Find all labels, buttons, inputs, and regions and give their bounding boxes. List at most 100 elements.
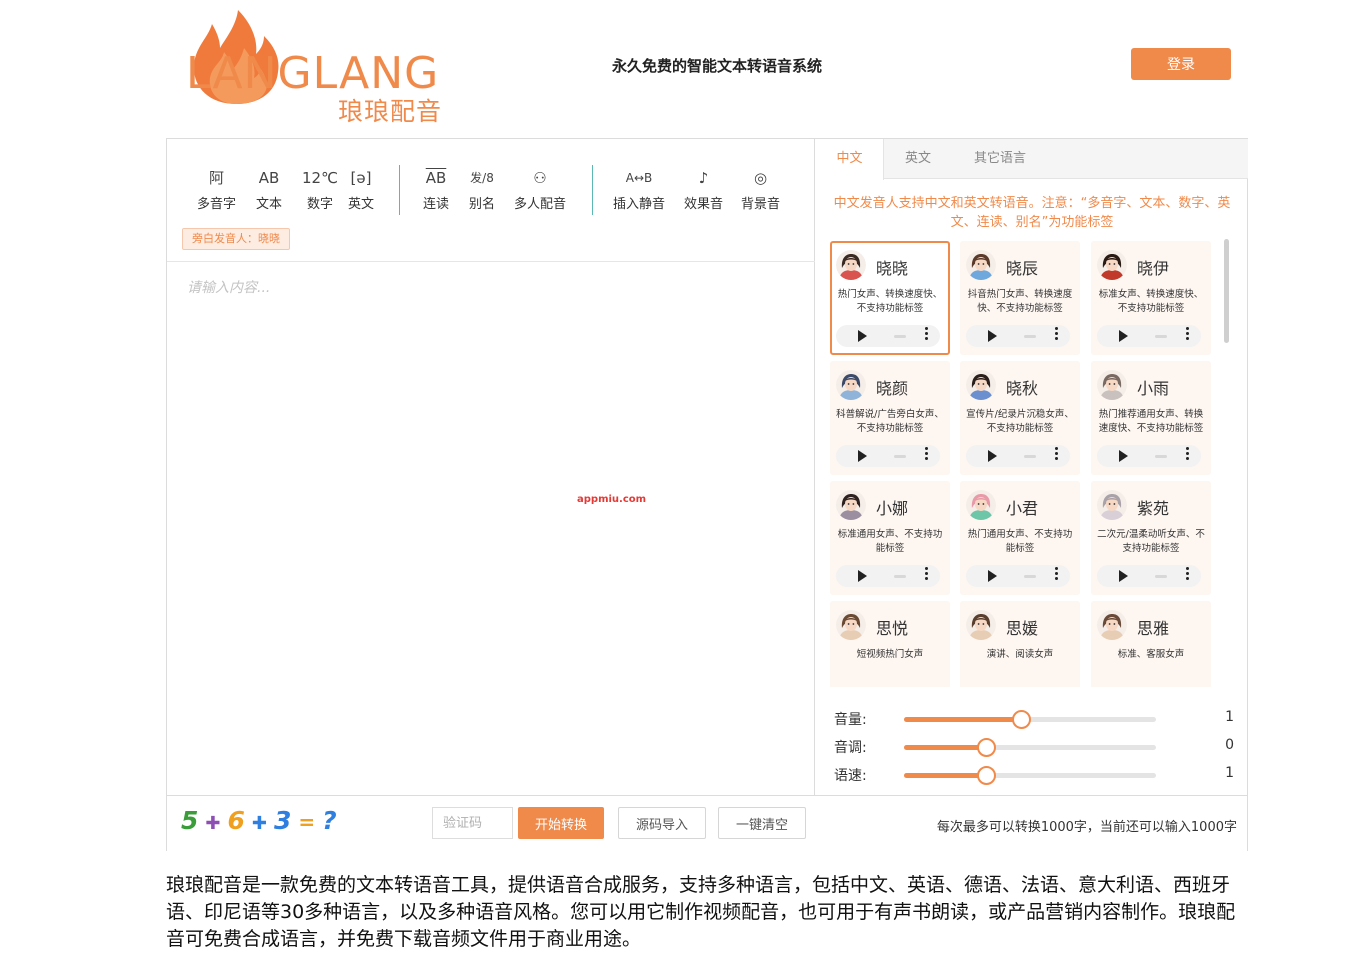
voice-description: 科普解说/广告旁白女声、不支持功能标签 <box>836 409 944 434</box>
tool-alias[interactable]: 发/8 别名 <box>469 167 495 212</box>
more-options-icon[interactable] <box>1054 567 1060 582</box>
voice-description: 热门通用女声、不支持功能标签 <box>967 529 1073 554</box>
progress-bar[interactable] <box>1155 335 1167 338</box>
more-options-icon[interactable] <box>1185 567 1191 582</box>
tool-sound-effect[interactable]: ♪ 效果音 <box>684 167 723 212</box>
more-options-icon[interactable] <box>1054 447 1060 462</box>
voice-description: 热门推荐通用女声、转换速度快、不支持功能标签 <box>1098 409 1204 434</box>
watermark: appmiu.com <box>577 494 647 505</box>
slider-track[interactable] <box>904 738 1156 757</box>
tool-label: 别名 <box>469 197 496 212</box>
captcha-glyph: = <box>298 810 316 834</box>
play-icon[interactable] <box>1119 450 1128 462</box>
play-icon[interactable] <box>858 330 867 342</box>
clear-all-button[interactable]: 一键清空 <box>718 807 806 839</box>
slider-handle[interactable] <box>977 738 996 757</box>
tool-label: 背景音 <box>741 197 781 212</box>
voice-card[interactable]: 晓伊 标准女声、转换速度快、不支持功能标签 <box>1091 241 1211 355</box>
more-options-icon[interactable] <box>924 447 930 462</box>
slider-track[interactable] <box>904 766 1156 785</box>
tab-chinese[interactable]: 中文 <box>816 139 884 180</box>
play-icon[interactable] <box>988 330 997 342</box>
tool-multi-voice[interactable]: ⚇ 多人配音 <box>514 167 566 212</box>
voice-card[interactable]: 思媛 演讲、阅读女声 <box>960 601 1080 687</box>
tool-background-music[interactable]: ◎ 背景音 <box>741 167 780 212</box>
tool-label: 英文 <box>348 197 375 212</box>
play-icon[interactable] <box>858 570 867 582</box>
progress-bar[interactable] <box>1155 455 1167 458</box>
tool-label: 数字 <box>306 197 333 212</box>
more-options-icon[interactable] <box>1185 447 1191 462</box>
logo[interactable]: LANGLANG 琅琅配音 <box>186 8 476 126</box>
start-convert-button[interactable]: 开始转换 <box>518 807 604 839</box>
voice-avatar <box>966 490 996 520</box>
liaison-icon: AB <box>425 169 447 187</box>
slider-handle[interactable] <box>977 766 996 785</box>
voice-avatar <box>966 370 996 400</box>
voice-description: 标准、客服女声 <box>1117 649 1185 660</box>
narrator-tag[interactable]: 旁白发音人：晓晓 <box>182 228 290 250</box>
captcha-glyph: ? <box>322 806 337 835</box>
voice-card[interactable]: 思雅 标准、客服女声 <box>1091 601 1211 687</box>
more-options-icon[interactable] <box>924 327 930 342</box>
voice-player <box>1097 565 1201 587</box>
progress-bar[interactable] <box>894 455 906 458</box>
voice-player <box>836 445 940 467</box>
slider-track[interactable] <box>904 710 1156 729</box>
play-icon[interactable] <box>858 450 867 462</box>
voice-card[interactable]: 思悦 短视频热门女声 <box>830 601 950 687</box>
tool-polyphone[interactable]: 阿 多音字 <box>197 167 236 212</box>
more-options-icon[interactable] <box>924 567 930 582</box>
voice-player <box>1097 325 1201 347</box>
voice-card[interactable]: 小君 热门通用女声、不支持功能标签 <box>960 481 1080 595</box>
tab-english[interactable]: 英文 <box>884 139 952 179</box>
progress-bar[interactable] <box>894 335 906 338</box>
voice-card[interactable]: 晓秋 宣传片/纪录片沉稳女声、不支持功能标签 <box>960 361 1080 475</box>
slider-row: 音量: 1 <box>834 709 1234 731</box>
tool-text[interactable]: AB 文本 <box>256 167 282 212</box>
captcha-image[interactable]: 5 ✚ 6 ✚ 3 =? <box>181 806 421 838</box>
source-import-button[interactable]: 源码导入 <box>618 807 706 839</box>
tool-english[interactable]: [ə] 英文 <box>348 167 374 212</box>
progress-bar[interactable] <box>1024 455 1036 458</box>
slider-fill <box>904 717 1022 722</box>
alias-icon: 发/8 <box>470 171 494 185</box>
voice-description: 标准女声、转换速度快、不支持功能标签 <box>1098 289 1204 314</box>
content-textarea[interactable] <box>167 263 814 795</box>
captcha-glyph: ✚ <box>205 813 221 834</box>
tool-number[interactable]: 12℃ 数字 <box>302 167 338 212</box>
play-icon[interactable] <box>988 570 997 582</box>
voice-card[interactable]: 紫苑 二次元/温柔动听女声、不支持功能标签 <box>1091 481 1211 595</box>
play-icon[interactable] <box>988 450 997 462</box>
voice-card[interactable]: 小娜 标准通用女声、不支持功能标签 <box>830 481 950 595</box>
play-icon[interactable] <box>1119 570 1128 582</box>
more-options-icon[interactable] <box>1054 327 1060 342</box>
progress-bar[interactable] <box>1155 575 1167 578</box>
voice-panel: 中文 英文 其它语言 中文发音人支持中文和英文转语音。注意：“多音字、文本、数字… <box>816 139 1248 795</box>
tool-liaison[interactable]: AB 连读 <box>423 167 449 212</box>
progress-bar[interactable] <box>1024 575 1036 578</box>
tool-insert-silence[interactable]: A↔B 插入静音 <box>613 167 665 212</box>
login-button[interactable]: 登录 <box>1131 48 1231 80</box>
captcha-input[interactable] <box>432 807 513 839</box>
slider-label: 语速: <box>834 768 867 784</box>
tool-label: 多音字 <box>197 197 237 212</box>
play-icon[interactable] <box>1119 330 1128 342</box>
voice-card[interactable]: 晓辰 抖音热门女声、转换速度快、不支持功能标签 <box>960 241 1080 355</box>
editor-panel: 阿 多音字 AB 文本 12℃ 数字 [ə] 英文 AB 连读 发/8 别名 ⚇… <box>167 139 815 795</box>
voice-name: 小娜 <box>876 499 909 518</box>
sound-effect-icon: ♪ <box>698 169 709 187</box>
slider-handle[interactable] <box>1012 710 1031 729</box>
tab-other-languages[interactable]: 其它语言 <box>956 139 1044 179</box>
header: LANGLANG 琅琅配音 永久免费的智能文本转语音系统 登录 <box>0 0 1370 138</box>
polyphone-icon: 阿 <box>209 169 225 187</box>
progress-bar[interactable] <box>1024 335 1036 338</box>
voice-card[interactable]: 小雨 热门推荐通用女声、转换速度快、不支持功能标签 <box>1091 361 1211 475</box>
voice-list-scrollbar[interactable] <box>1224 239 1229 343</box>
voice-card[interactable]: 晓晓 热门女声、转换速度快、不支持功能标签 <box>830 241 950 355</box>
slider-value: 1 <box>1225 765 1234 781</box>
site-title: 永久免费的智能文本转语音系统 <box>612 57 823 75</box>
voice-card[interactable]: 晓颜 科普解说/广告旁白女声、不支持功能标签 <box>830 361 950 475</box>
progress-bar[interactable] <box>894 575 906 578</box>
more-options-icon[interactable] <box>1185 327 1191 342</box>
